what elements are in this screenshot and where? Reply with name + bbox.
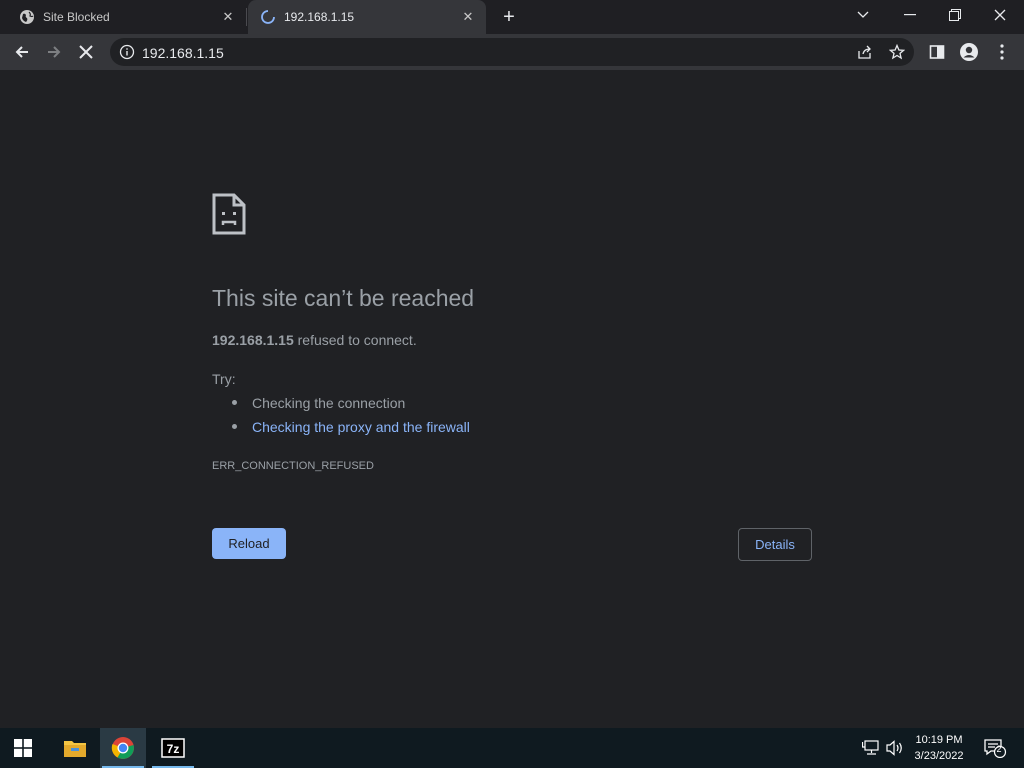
suggestion-link[interactable]: Checking the proxy and the firewall bbox=[232, 419, 470, 435]
bullet-dot bbox=[232, 423, 237, 429]
tab-active[interactable]: 192.168.1.15 ✕ bbox=[248, 0, 486, 34]
notification-count: 2 bbox=[996, 744, 1002, 754]
url-text[interactable]: 192.168.1.15 bbox=[142, 45, 224, 61]
taskbar-7zip[interactable]: 7z bbox=[150, 728, 196, 768]
tab-site-blocked[interactable]: Site Blocked ✕ bbox=[0, 0, 246, 34]
info-icon[interactable] bbox=[119, 44, 135, 60]
suggestion-item: Checking the connection bbox=[232, 395, 405, 411]
clock-date: 3/23/2022 bbox=[914, 750, 964, 762]
tab-title: Site Blocked bbox=[43, 10, 110, 24]
svg-text:7z: 7z bbox=[167, 742, 180, 756]
profile-avatar-icon[interactable] bbox=[959, 42, 979, 62]
volume-icon[interactable] bbox=[885, 738, 905, 758]
bookmark-star-icon[interactable] bbox=[889, 44, 905, 60]
notification-center-icon[interactable]: 2 bbox=[982, 738, 1008, 758]
windows-taskbar: 7z 10:19 PM 3/23/2022 2 bbox=[0, 728, 1024, 768]
network-icon[interactable] bbox=[861, 738, 881, 758]
system-clock[interactable]: 10:19 PM 3/23/2022 bbox=[910, 732, 968, 764]
7zip-icon: 7z bbox=[161, 738, 185, 758]
menu-kebab-icon[interactable] bbox=[992, 42, 1012, 62]
suggestion-link-text[interactable]: Checking the proxy and the firewall bbox=[252, 419, 470, 435]
taskbar-file-explorer[interactable] bbox=[52, 728, 98, 768]
tab-close-icon[interactable]: ✕ bbox=[460, 9, 476, 25]
tab-search-icon[interactable] bbox=[841, 0, 885, 30]
arrow-right-icon bbox=[48, 46, 61, 58]
error-message-text: refused to connect. bbox=[293, 332, 417, 348]
start-icon bbox=[14, 739, 32, 757]
reload-button[interactable]: Reload bbox=[212, 528, 286, 559]
taskbar-chrome[interactable] bbox=[100, 728, 146, 768]
error-heading: This site can’t be reached bbox=[212, 285, 475, 311]
tab-close-icon[interactable]: ✕ bbox=[220, 9, 236, 25]
tab-separator bbox=[246, 8, 247, 26]
start-button[interactable] bbox=[0, 728, 46, 768]
details-button[interactable]: Details bbox=[738, 528, 812, 561]
minimize-icon[interactable] bbox=[888, 0, 932, 30]
error-message: 192.168.1.15 refused to connect. bbox=[212, 332, 417, 348]
forward-button[interactable] bbox=[40, 38, 68, 66]
sad-page-icon bbox=[212, 193, 246, 235]
chrome-icon bbox=[111, 737, 134, 759]
stop-loading-button[interactable] bbox=[72, 38, 100, 66]
suggestion-text: Checking the connection bbox=[252, 395, 406, 411]
close-icon bbox=[79, 45, 93, 59]
close-window-icon[interactable] bbox=[978, 0, 1022, 30]
address-bar[interactable]: 192.168.1.15 bbox=[110, 38, 914, 66]
error-code: ERR_CONNECTION_REFUSED bbox=[212, 460, 374, 472]
clock-time: 10:19 PM bbox=[915, 734, 963, 746]
new-tab-button[interactable]: + bbox=[498, 7, 520, 29]
side-panel-icon[interactable] bbox=[927, 42, 947, 62]
try-label: Try: bbox=[212, 371, 236, 387]
arrow-left-icon bbox=[15, 46, 28, 58]
globe-icon bbox=[20, 10, 34, 24]
error-host: 192.168.1.15 bbox=[212, 332, 294, 348]
loading-spinner-icon bbox=[261, 10, 275, 24]
file-explorer-icon bbox=[64, 741, 86, 757]
share-icon[interactable] bbox=[857, 44, 873, 60]
bullet-dot bbox=[232, 399, 237, 405]
browser-toolbar: 192.168.1.15 bbox=[0, 34, 1024, 70]
tab-title: 192.168.1.15 bbox=[284, 10, 355, 24]
restore-icon[interactable] bbox=[933, 0, 977, 30]
back-button[interactable] bbox=[8, 38, 36, 66]
error-page: This site can’t be reached 192.168.1.15 … bbox=[0, 70, 1024, 728]
tab-strip: Site Blocked ✕ 192.168.1.15 ✕ + bbox=[0, 0, 1024, 34]
